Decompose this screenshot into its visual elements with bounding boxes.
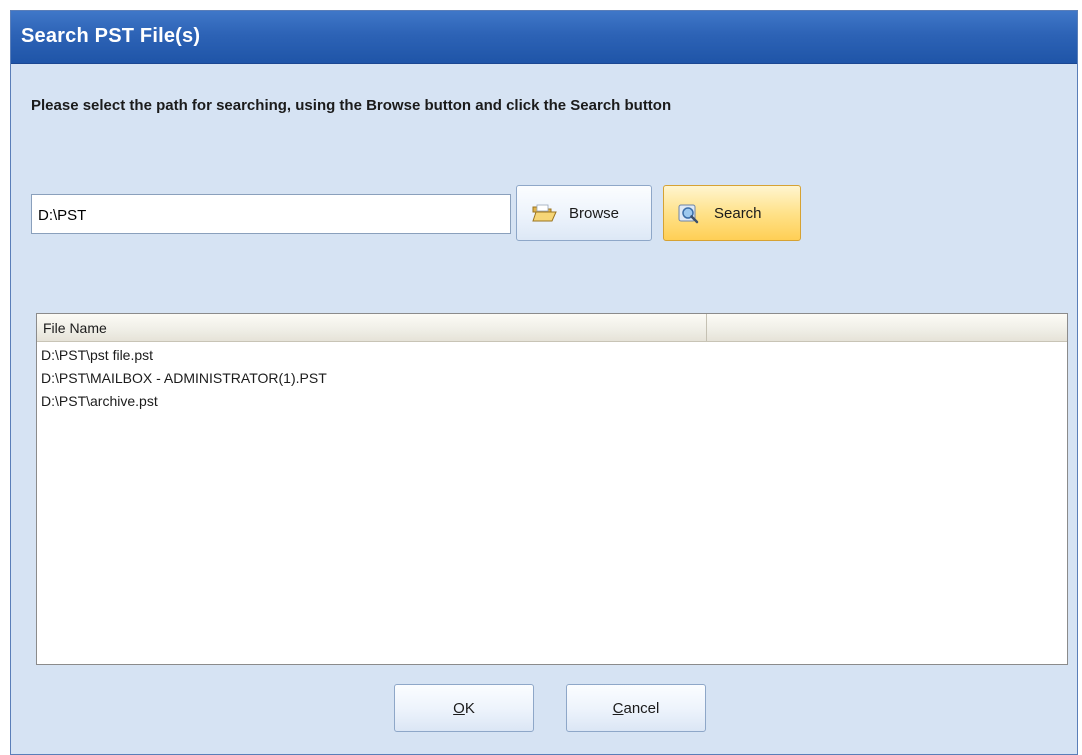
browse-label: Browse (569, 204, 620, 222)
cancel-button[interactable]: Cancel (566, 684, 706, 732)
column-header-empty[interactable] (707, 314, 1067, 341)
dialog-title: Search PST File(s) (21, 25, 201, 47)
cancel-label-rest: ancel (623, 699, 660, 717)
title-bar[interactable]: Search PST File(s) (11, 11, 1077, 64)
list-item[interactable]: D:\PST\pst file.pst (37, 344, 1067, 367)
open-folder-icon (531, 202, 557, 224)
search-label: Search (714, 204, 762, 222)
list-item[interactable]: D:\PST\archive.pst (37, 390, 1067, 413)
instruction-text: Please select the path for searching, us… (31, 97, 672, 114)
magnifier-search-icon (676, 202, 702, 224)
list-item[interactable]: D:\PST\MAILBOX - ADMINISTRATOR(1).PST (37, 367, 1067, 390)
path-input[interactable] (31, 194, 511, 234)
file-list[interactable]: File Name D:\PST\pst file.pst D:\PST\MAI… (36, 313, 1068, 665)
column-header-file-name[interactable]: File Name (37, 314, 707, 341)
search-button[interactable]: Search (663, 185, 801, 241)
cancel-mnemonic: C (612, 699, 624, 717)
browse-button[interactable]: Browse (516, 185, 652, 241)
search-pst-dialog: Search PST File(s) Please select the pat… (10, 10, 1078, 755)
ok-button[interactable]: OK (394, 684, 534, 732)
file-rows: D:\PST\pst file.pst D:\PST\MAILBOX - ADM… (37, 344, 1067, 413)
list-header: File Name (37, 314, 1067, 342)
ok-label-rest: K (464, 699, 475, 717)
ok-mnemonic: O (453, 699, 465, 717)
